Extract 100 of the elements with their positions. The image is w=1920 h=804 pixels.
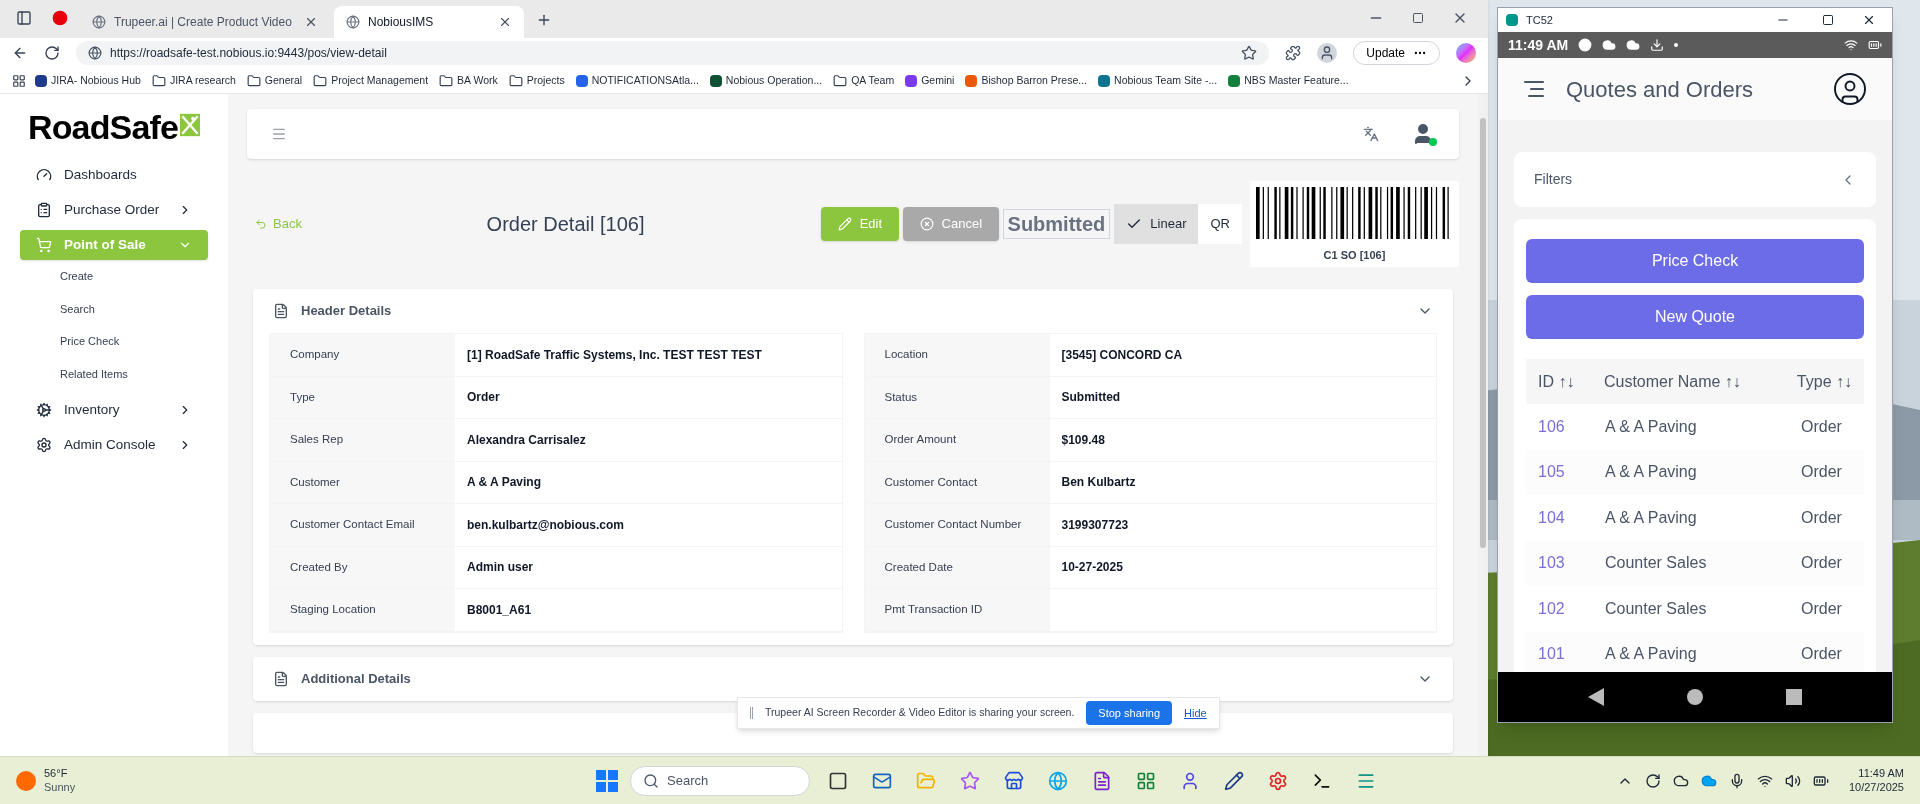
table-cell-text: Counter Sales <box>1605 553 1708 574</box>
volume-icon[interactable] <box>1784 772 1801 789</box>
search-icon <box>643 772 659 789</box>
menu-item-icon <box>36 437 52 453</box>
field-label: Customer Contact <box>864 461 1050 503</box>
sidebar-item[interactable]: Dashboards <box>20 160 208 190</box>
field-label: Sales Rep <box>270 419 455 461</box>
home-icon[interactable] <box>1687 689 1703 705</box>
maximize-icon[interactable] <box>1822 14 1834 26</box>
section-title[interactable]: Header Details <box>301 301 1405 321</box>
profile-icon[interactable] <box>1317 43 1338 63</box>
taskbar-app-icon[interactable] <box>828 770 848 791</box>
app-icon <box>1506 14 1518 26</box>
sharing-message: Trupeer AI Screen Recorder & Video Editor is sharing your screen. <box>765 705 1075 721</box>
field-label: Created By <box>270 546 455 588</box>
field-value: Alexandra Carrisalez <box>466 431 587 449</box>
app-title: Quotes and Orders <box>1566 75 1755 104</box>
record-icon[interactable] <box>52 10 68 26</box>
download-icon <box>1650 38 1665 52</box>
table-cell-text: Counter Sales <box>1605 598 1708 619</box>
order-id-link[interactable]: 106 <box>1538 414 1605 439</box>
order-id-link[interactable]: 103 <box>1538 551 1605 576</box>
close-icon[interactable] <box>1862 13 1876 27</box>
menu-item-icon <box>36 167 52 183</box>
column-header[interactable]: Type ↑↓ <box>1796 369 1852 394</box>
submenu-item[interactable]: Create <box>60 260 228 293</box>
field-value: Admin user <box>466 559 534 577</box>
favorite-icon[interactable] <box>1241 45 1258 61</box>
bookmark[interactable]: JIRA research <box>149 72 238 89</box>
bookmark[interactable]: Projects <box>506 72 567 89</box>
sidebar-item[interactable]: Purchase Order <box>20 195 208 225</box>
maximize-icon[interactable] <box>1412 12 1424 24</box>
notification-icon <box>1578 38 1593 52</box>
reload-icon[interactable] <box>44 45 60 61</box>
new-tab-icon[interactable] <box>536 12 552 28</box>
sidebar-item[interactable]: Inventory <box>20 395 208 425</box>
order-id-link[interactable]: 102 <box>1538 596 1605 621</box>
submenu-item[interactable]: Related Items <box>60 357 228 390</box>
sidebar-toggle-icon[interactable] <box>16 10 32 26</box>
tab-favicon-icon <box>92 15 106 29</box>
section-title[interactable]: Additional Details <box>301 668 1405 689</box>
wifi-icon <box>1844 38 1858 52</box>
translate-icon[interactable] <box>1363 126 1379 142</box>
sidebar-item[interactable]: Admin Console <box>20 430 208 460</box>
bookmark[interactable]: Project Management <box>311 72 431 89</box>
back-icon[interactable] <box>12 45 28 61</box>
bookmark[interactable]: Nobious Team Site -... <box>1096 72 1220 89</box>
browser-tab[interactable]: Trupeer.ai | Create Product Video <box>80 6 330 38</box>
taskbar-search-field[interactable]: Search <box>630 765 810 796</box>
field-value: A & A Paving <box>466 474 542 492</box>
bookmark[interactable]: NOTIFICATIONSAtla... <box>573 72 701 89</box>
profile-icon[interactable] <box>1832 71 1868 107</box>
submenu-item[interactable]: Price Check <box>60 325 228 358</box>
taskbar-app-icon[interactable] <box>1092 770 1112 791</box>
bookmark[interactable]: NBS Master Feature... <box>1226 72 1351 89</box>
bookmark[interactable]: BA Work <box>437 72 500 89</box>
back-icon[interactable] <box>1587 688 1604 706</box>
bookmark[interactable]: Gemini <box>903 72 957 89</box>
site-info-icon[interactable] <box>88 46 102 60</box>
stop-sharing-button[interactable]: Stop sharing <box>1086 701 1173 725</box>
action-button[interactable]: Price Check <box>1526 239 1864 283</box>
taskbar-app-icon[interactable] <box>1224 770 1244 791</box>
recents-icon[interactable] <box>1786 689 1803 705</box>
start-icon[interactable] <box>596 769 618 792</box>
cloud-icon <box>1626 38 1641 52</box>
apps-icon[interactable] <box>12 73 26 88</box>
clock-time[interactable]: 11:49 AM <box>1858 766 1904 781</box>
barcode-mode-toggle[interactable]: QR <box>1198 204 1242 244</box>
clock-date[interactable]: 10/27/2025 <box>1848 780 1904 795</box>
folder-icon <box>246 73 261 88</box>
logo-text: RoadSafe <box>28 110 179 144</box>
sync-icon[interactable] <box>1644 772 1661 789</box>
bookmark[interactable]: Nobious Operation... <box>707 72 825 89</box>
address-bar[interactable]: https://roadsafe-test.nobious.io:9443/pos/view-detail <box>76 41 1270 65</box>
bookmark[interactable]: Bishop Barron Prese... <box>963 72 1090 89</box>
column-header[interactable]: ID ↑↓ <box>1538 369 1604 394</box>
copilot-icon[interactable] <box>1456 43 1476 63</box>
column-header[interactable]: Customer Name ↑↓ <box>1603 369 1797 394</box>
menu-item-icon <box>36 402 52 418</box>
table-cell-text: A & A Paving <box>1605 416 1698 437</box>
field-label: Customer <box>270 461 455 503</box>
barcode-mode-toggle[interactable]: Linear <box>1114 204 1199 244</box>
order-id-link[interactable]: 104 <box>1538 505 1605 530</box>
close-icon[interactable] <box>498 15 512 29</box>
close-icon[interactable] <box>304 15 318 29</box>
extensions-icon[interactable] <box>1285 45 1302 61</box>
browser-tab[interactable]: NobiousIMS <box>334 6 524 38</box>
field-value: B8001_A61 <box>466 601 533 619</box>
order-id-link[interactable]: 105 <box>1538 460 1605 485</box>
action-button[interactable]: New Quote <box>1526 295 1864 339</box>
field-label: Company <box>270 334 455 376</box>
filters-panel[interactable]: Filters <box>1514 152 1876 207</box>
bookmark[interactable]: QA Team <box>831 72 897 89</box>
bookmark[interactable]: General <box>244 72 305 89</box>
submenu-item[interactable]: Search <box>60 292 228 325</box>
order-id-link[interactable]: 101 <box>1538 642 1605 667</box>
field-value: Ben Kulbartz <box>1060 474 1137 492</box>
hide-link[interactable]: Hide <box>1184 704 1207 722</box>
field-value: [3545] CONCORD CA <box>1060 346 1184 364</box>
bookmark[interactable]: JIRA- Nobious Hub <box>33 72 143 89</box>
